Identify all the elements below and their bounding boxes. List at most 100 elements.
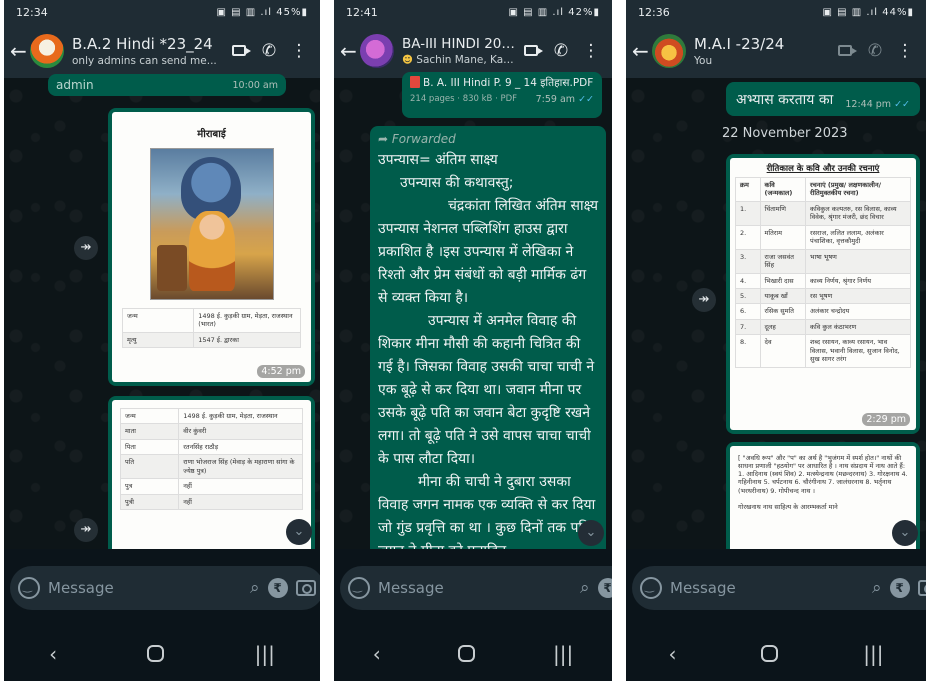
table-cell: शब्द रसायन, काव्य रसायन, भाव विलास, भवान…	[805, 334, 911, 368]
chat-area[interactable]: admin 10:00 am ↠ मीराबाई जन्म 1498 ई. कुड…	[4, 74, 320, 606]
rupee-icon[interactable]: ₹	[597, 577, 612, 598]
status-time: 12:34	[16, 5, 48, 19]
message-time: 2:29 pm	[862, 413, 910, 426]
chat-area[interactable]: अभ्यास करताय का 12:44 pm ✓✓ 22 November …	[626, 78, 926, 602]
back-arrow-icon[interactable]: ←	[340, 41, 358, 61]
message-paragraph: चंद्रकांता लिखित अंतिम साक्ष्य उपन्यास न…	[378, 198, 598, 306]
nav-recents-icon[interactable]: |||	[255, 642, 275, 666]
image-message-bubble[interactable]: मीराबाई जन्म 1498 ई. कुड़की ग्राम, मेड़ता…	[108, 108, 315, 386]
nav-home-icon[interactable]	[147, 645, 165, 662]
chat-subtitle: only admins can send me...	[72, 55, 217, 67]
table-cell: काव्य निर्णय, श्रृंगार निर्णय	[805, 272, 911, 289]
back-arrow-icon[interactable]: ←	[10, 41, 28, 61]
nav-recents-icon[interactable]: |||	[553, 642, 573, 666]
table-cell: याकूब खाँ	[759, 287, 806, 305]
nav-back-icon[interactable]: ‹	[49, 642, 57, 666]
scroll-down-icon[interactable]: ⌄	[578, 520, 604, 546]
poets-table: क्रम कवि (जन्मकाल) रचनाएं (प्रमुख/ लक्षण…	[735, 177, 911, 368]
date-chip: 22 November 2023	[722, 126, 848, 141]
phone-screen-2: 12:41 ▣ ▤ ▥ .ıl 42%▮ ← BA-III HINDI 2023…	[334, 0, 612, 681]
group-avatar[interactable]	[360, 34, 394, 68]
table-cell: माता	[119, 423, 180, 440]
table-row: मृत्यु 1547 ई. द्वारका	[121, 331, 301, 349]
table-cell: 4.	[735, 272, 761, 289]
table-cell: पुत्री	[119, 493, 180, 511]
chat-subtitle: You	[694, 55, 713, 67]
chat-area[interactable]: B. A. III Hindi P. 9 _ 14 इतिहास.PDF 214…	[334, 72, 612, 602]
nav-back-icon[interactable]: ‹	[668, 642, 676, 666]
forward-icon[interactable]: ↠	[692, 288, 716, 312]
table-row: माता वीर कुंवरी	[119, 423, 303, 440]
forward-icon[interactable]: ↠	[74, 236, 98, 260]
group-avatar[interactable]	[652, 34, 686, 68]
document-image-bubble[interactable]: रीतिकाल के कवि और उनकी रचनाएं क्रम कवि (…	[726, 154, 920, 434]
checkmark-icon: ✓✓	[578, 94, 594, 105]
pdf-icon	[410, 76, 420, 88]
rupee-icon[interactable]: ₹	[889, 577, 910, 598]
chat-title-block[interactable]: B.A.2 Hindi *23_24 only admins can send …	[72, 35, 224, 67]
chat-subtitle-text: Sachin Mane, Kavit...	[416, 54, 516, 66]
back-arrow-icon[interactable]: ←	[632, 41, 650, 61]
phone-call-icon[interactable]: ✆	[860, 41, 890, 61]
system-nav-bar: ‹ |||	[334, 626, 612, 681]
camera-icon[interactable]	[917, 579, 926, 596]
table-row: 1. चिंतामणि कविकुल कल्पतरु, रस विलास, काव्…	[735, 200, 911, 226]
meerabai-painting	[149, 148, 274, 300]
table-row: 7. दूलह कवि कुल कंठाभरण	[735, 318, 911, 336]
video-call-icon[interactable]	[516, 41, 546, 61]
message-box[interactable]: ⌕ ₹	[10, 565, 320, 610]
scroll-down-icon[interactable]: ⌄	[892, 520, 918, 546]
message-box[interactable]: ⌕ ₹	[632, 565, 926, 610]
admin-message-bubble[interactable]: admin 10:00 am	[48, 74, 286, 96]
message-input[interactable]	[378, 578, 572, 597]
forwarded-message-bubble[interactable]: ➦ Forwarded उपन्यास= अंतिम साक्ष्य उपन्य…	[370, 126, 606, 602]
forwarded-label: ➦ Forwarded	[378, 132, 598, 146]
nav-recents-icon[interactable]: |||	[863, 642, 883, 666]
emoji-icon[interactable]	[18, 576, 40, 599]
table-row: पति राणा भोजराज सिंह (मेवाड़ के महाराणा स…	[119, 454, 303, 480]
nav-back-icon[interactable]: ‹	[373, 642, 381, 666]
phone-screen-1: 12:34 ▣ ▤ ▥ .ıl 45%▮ ← B.A.2 Hindi *23_2…	[4, 0, 320, 681]
group-avatar[interactable]	[30, 34, 64, 68]
more-menu-icon[interactable]: ⋮	[284, 41, 314, 61]
camera-icon[interactable]	[295, 579, 316, 596]
status-time: 12:41	[346, 5, 378, 19]
table-row: 5. याकूब खाँ रस भूषण	[735, 287, 911, 305]
message-input[interactable]	[48, 578, 242, 597]
text-message-bubble[interactable]: अभ्यास करताय का 12:44 pm ✓✓	[726, 82, 920, 116]
message-box[interactable]: ⌕ ₹	[340, 565, 612, 610]
scroll-down-icon[interactable]: ⌄	[286, 519, 312, 545]
attach-icon[interactable]: ⌕	[580, 578, 590, 598]
forward-icon[interactable]: ↠	[74, 518, 98, 542]
chat-title: M.A.I -23/24	[694, 35, 785, 53]
message-input[interactable]	[670, 578, 864, 597]
pdf-message-bubble[interactable]: B. A. III Hindi P. 9 _ 14 इतिहास.PDF 214…	[402, 72, 602, 118]
video-call-icon[interactable]	[224, 41, 254, 61]
message-time-text: 7:59 am	[535, 94, 576, 105]
table-header-cell: रचनाएं (प्रमुख/ लक्षणकालीन/ रीतिमुक्तकीय…	[805, 177, 911, 202]
document-title: रीतिकाल के कवि और उनकी रचनाएं	[766, 164, 880, 174]
more-menu-icon[interactable]: ⋮	[576, 41, 606, 61]
nav-home-icon[interactable]	[458, 645, 476, 662]
video-call-icon[interactable]	[830, 41, 860, 61]
emoji-icon[interactable]	[640, 576, 662, 599]
rupee-icon[interactable]: ₹	[267, 577, 288, 598]
message-text: अभ्यास करताय का	[736, 91, 834, 108]
nav-home-icon[interactable]	[761, 645, 779, 662]
emoji-icon[interactable]	[348, 576, 370, 599]
forwarded-icon: ➦	[378, 132, 389, 146]
attach-icon[interactable]: ⌕	[872, 578, 882, 598]
chat-title-block[interactable]: BA-III HINDI 2023-24 ☻ Sachin Mane, Kavi…	[402, 36, 516, 66]
more-menu-icon[interactable]: ⋮	[890, 41, 920, 61]
attach-icon[interactable]: ⌕	[250, 578, 260, 598]
table-cell: 1547 ई. द्वारका	[193, 331, 301, 349]
pdf-file-name: B. A. III Hindi P. 9 _ 14 इतिहास.PDF	[410, 76, 594, 90]
phone-call-icon[interactable]: ✆	[254, 41, 284, 61]
status-icons: ▣ ▤ ▥ .ıl 44%▮	[822, 6, 914, 18]
chat-header: ← M.A.I -23/24 You ✆ ⋮	[626, 24, 926, 78]
table-row: जन्म 1498 ई. कुड़की ग्राम, मेड़ता, राजस्थ…	[121, 308, 301, 333]
table-cell: नहीं	[178, 493, 303, 511]
table-header-cell: कवि (जन्मकाल)	[759, 177, 806, 202]
chat-title-block[interactable]: M.A.I -23/24 You	[694, 35, 830, 67]
phone-call-icon[interactable]: ✆	[546, 41, 576, 61]
